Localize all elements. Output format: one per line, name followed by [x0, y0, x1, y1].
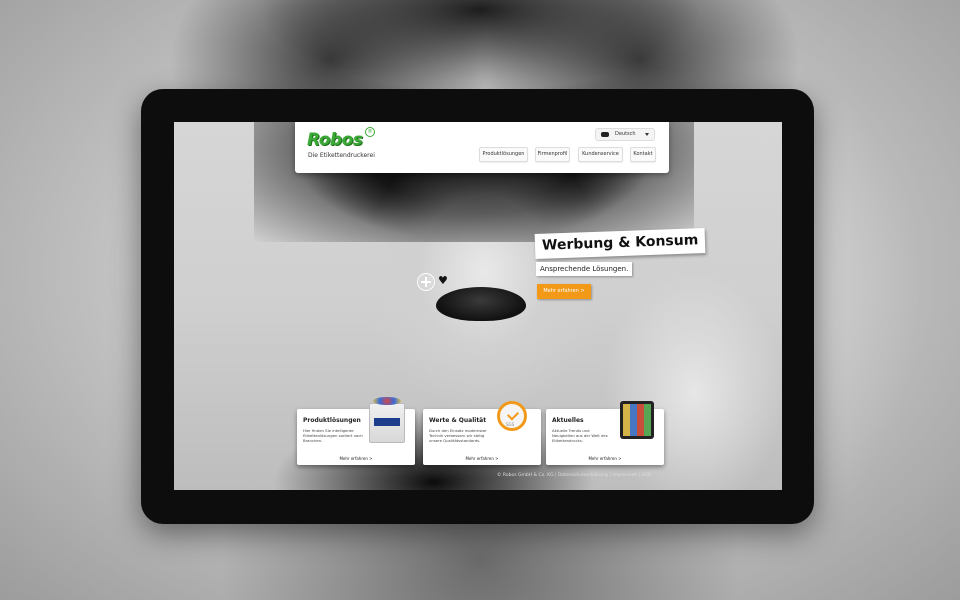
card-link[interactable]: Mehr erfahren >	[297, 456, 415, 461]
hero-lips	[436, 287, 526, 321]
registered-mark: ®	[365, 127, 375, 137]
card-title: Aktuelles	[552, 417, 584, 424]
chevron-down-icon	[645, 133, 649, 136]
sgs-badge-image	[497, 401, 527, 431]
language-select[interactable]: Deutsch	[595, 128, 655, 141]
card-text: Durch den Einsatz modernster Technik ver…	[429, 428, 487, 443]
card-text: Aktuelle Trends und Neuigkeiten aus der …	[552, 428, 608, 443]
card-aktuelles[interactable]: Aktuelles Aktuelle Trends und Neuigkeite…	[546, 401, 664, 465]
card-title: Produktlösungen	[303, 417, 361, 424]
card-werte-qualitaet[interactable]: Werte & Qualität Durch den Einsatz moder…	[423, 401, 541, 465]
heart-icon[interactable]: ♥	[438, 273, 448, 289]
nav-item-kundenservice[interactable]: Kundenservice	[578, 147, 623, 162]
card-title: Werte & Qualität	[429, 417, 487, 424]
card-link[interactable]: Mehr erfahren >	[423, 456, 541, 461]
footer-links[interactable]: © Robos GmbH & Co. KG | Datenschutzerklä…	[497, 473, 651, 478]
battery-image	[369, 397, 405, 443]
hero-title: Werbung & Konsum	[534, 228, 706, 259]
logo-tagline: Die Etikettendruckerei	[308, 152, 375, 159]
website-screen: Robos ® Die Etikettendruckerei Deutsch P…	[174, 122, 782, 490]
robos-logo[interactable]: Robos	[307, 130, 363, 150]
language-label: Deutsch	[615, 131, 636, 137]
nav-item-firmenprofil[interactable]: Firmenprofil	[535, 147, 570, 162]
card-link[interactable]: Mehr erfahren >	[546, 456, 664, 461]
flag-icon	[601, 132, 609, 137]
nav-item-produktloesungen[interactable]: Produktlösungen	[479, 147, 528, 162]
card-produktloesungen[interactable]: Produktlösungen Hier finden Sie intellig…	[297, 397, 415, 465]
site-header: Robos ® Die Etikettendruckerei Deutsch P…	[295, 122, 669, 173]
nav-item-kontakt[interactable]: Kontakt	[630, 147, 656, 162]
plus-icon[interactable]	[417, 273, 435, 291]
hero-cta-button[interactable]: Mehr erfahren >	[537, 284, 591, 299]
tablet-image	[620, 401, 654, 439]
card-text: Hier finden Sie intelligente Etikettenlö…	[303, 428, 363, 443]
hero-subtitle: Ansprechende Lösungen.	[536, 262, 633, 276]
